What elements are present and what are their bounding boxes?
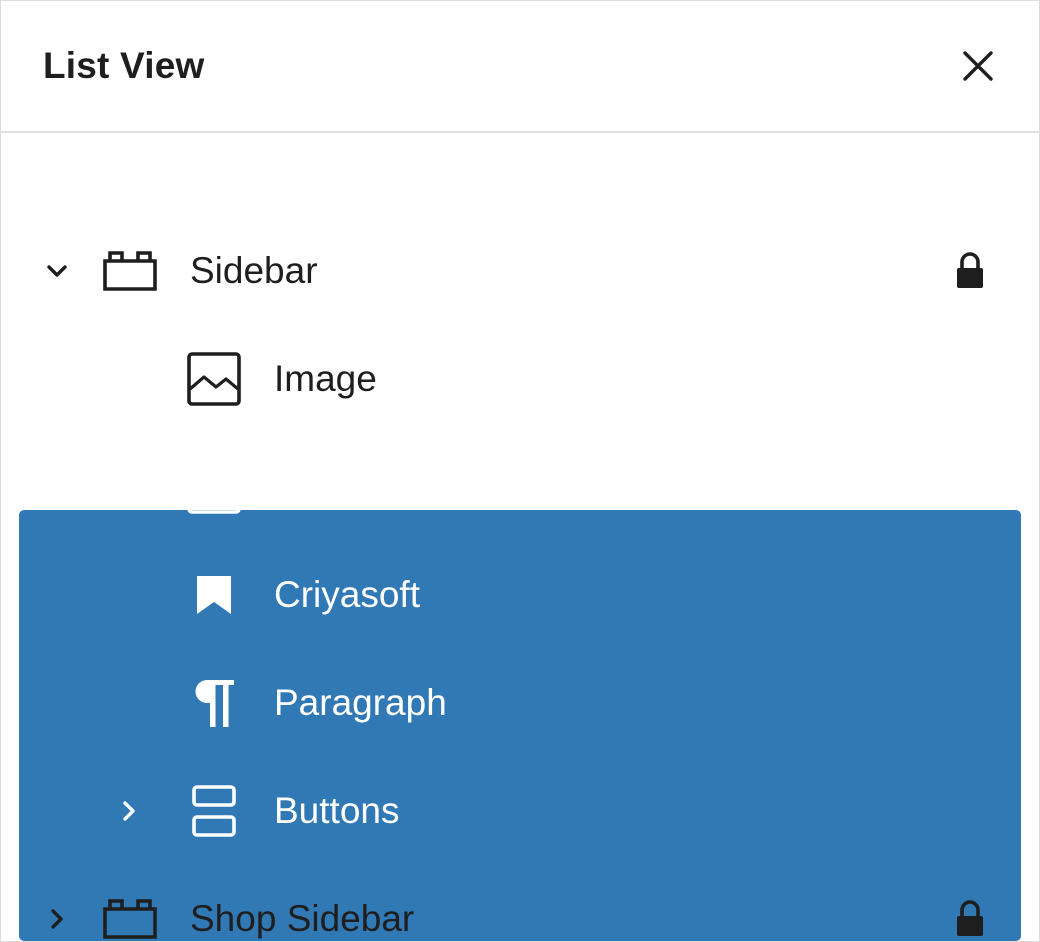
image-icon bbox=[186, 351, 242, 407]
lock-icon bbox=[953, 251, 987, 291]
options-button[interactable] bbox=[949, 460, 995, 514]
panel-title: List View bbox=[43, 45, 205, 86]
tree-row-image[interactable]: Image bbox=[1, 325, 1039, 433]
widget-area-icon bbox=[102, 898, 158, 940]
tree-row-label: Sidebar bbox=[190, 250, 318, 291]
close-button[interactable] bbox=[951, 39, 1005, 93]
chevron-down-icon bbox=[47, 265, 67, 277]
expand-toggle-button[interactable] bbox=[109, 791, 149, 831]
tree-row-criyasoft[interactable]: Criyasoft bbox=[1, 541, 1039, 649]
tree-row-label: Shop Sidebar bbox=[190, 898, 415, 939]
tree-row-label: Paragraph bbox=[274, 682, 447, 723]
tree-row-shop-sidebar[interactable]: Shop Sidebar bbox=[1, 865, 1039, 941]
close-icon bbox=[963, 51, 993, 81]
tree-row-image-selected[interactable]: Image bbox=[1, 433, 1039, 541]
more-vertical-icon bbox=[968, 466, 976, 508]
tree-row-paragraph[interactable]: Paragraph bbox=[1, 649, 1039, 757]
expand-toggle-button[interactable] bbox=[37, 899, 77, 939]
tree-row-sidebar[interactable]: Sidebar bbox=[1, 217, 1039, 325]
tree-row-label: Image bbox=[274, 358, 377, 399]
expand-toggle-button[interactable] bbox=[37, 251, 77, 291]
tree-row-label: Image bbox=[274, 466, 377, 507]
widget-area-icon bbox=[102, 250, 158, 292]
chevron-right-icon bbox=[51, 909, 63, 929]
tree-row-buttons[interactable]: Buttons bbox=[1, 757, 1039, 865]
chevron-right-icon bbox=[123, 801, 135, 821]
tree-row-label: Buttons bbox=[274, 790, 400, 831]
tree-row-label: Criyasoft bbox=[274, 574, 420, 615]
lock-icon bbox=[953, 899, 987, 939]
panel-header: List View bbox=[1, 1, 1039, 133]
list-view-panel: List View Sidebar Image Image Criyasoft … bbox=[0, 0, 1040, 942]
buttons-icon bbox=[191, 784, 237, 838]
paragraph-icon bbox=[191, 677, 237, 729]
bookmark-icon bbox=[195, 574, 233, 616]
image-icon bbox=[186, 459, 242, 515]
